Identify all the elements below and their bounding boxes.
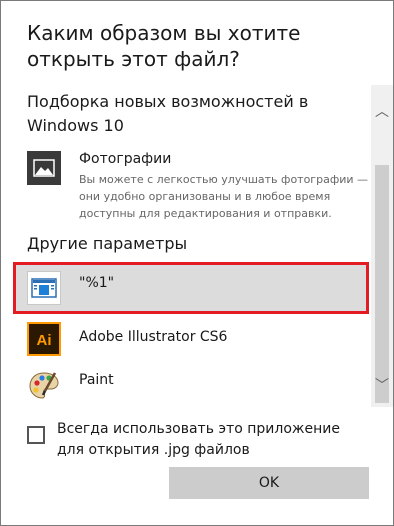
app-list[interactable]: Подборка новых возможностей в Windows 10… — [1, 85, 393, 407]
always-use-label: Всегда использовать это приложение для о… — [57, 421, 340, 458]
scroll-down-icon[interactable]: ﹀ — [371, 375, 393, 397]
scroll-up-icon[interactable]: ︿ — [371, 101, 393, 123]
other-section-header: Другие параметры — [27, 234, 188, 253]
app-name-generic: "%1" — [79, 275, 115, 291]
app-name-illustrator: Adobe Illustrator CS6 — [79, 329, 228, 345]
ok-button[interactable]: OK — [169, 467, 369, 499]
app-name-photos: Фотографии — [79, 151, 172, 167]
open-with-dialog: Каким образом вы хотите открыть этот фай… — [0, 0, 394, 526]
illustrator-icon: Ai — [27, 322, 61, 356]
app-item-paint[interactable]: Paint — [13, 366, 369, 406]
dialog-title: Каким образом вы хотите открыть этот фай… — [27, 21, 301, 71]
always-use-option[interactable]: Всегда использовать это приложение для о… — [27, 419, 367, 463]
scroll-thumb[interactable] — [375, 165, 389, 403]
app-description-photos: Вы можете с легкостью улучшать фотографи… — [79, 173, 369, 220]
app-item-generic[interactable]: "%1" — [13, 262, 369, 314]
app-item-illustrator[interactable]: Ai Adobe Illustrator CS6 — [13, 319, 369, 359]
list-scrollbar[interactable]: ︿ ﹀ — [371, 85, 393, 407]
generic-app-icon — [27, 271, 61, 305]
photos-icon — [27, 151, 61, 185]
app-name-paint: Paint — [79, 372, 114, 388]
paint-palette-icon — [27, 369, 61, 403]
always-use-checkbox[interactable] — [27, 426, 45, 444]
illustrator-icon-text: Ai — [37, 332, 52, 349]
featured-section-header: Подборка новых возможностей в Windows 10 — [27, 92, 309, 135]
app-item-photos[interactable]: Фотографии Вы можете с легкостью улучшат… — [13, 145, 369, 225]
